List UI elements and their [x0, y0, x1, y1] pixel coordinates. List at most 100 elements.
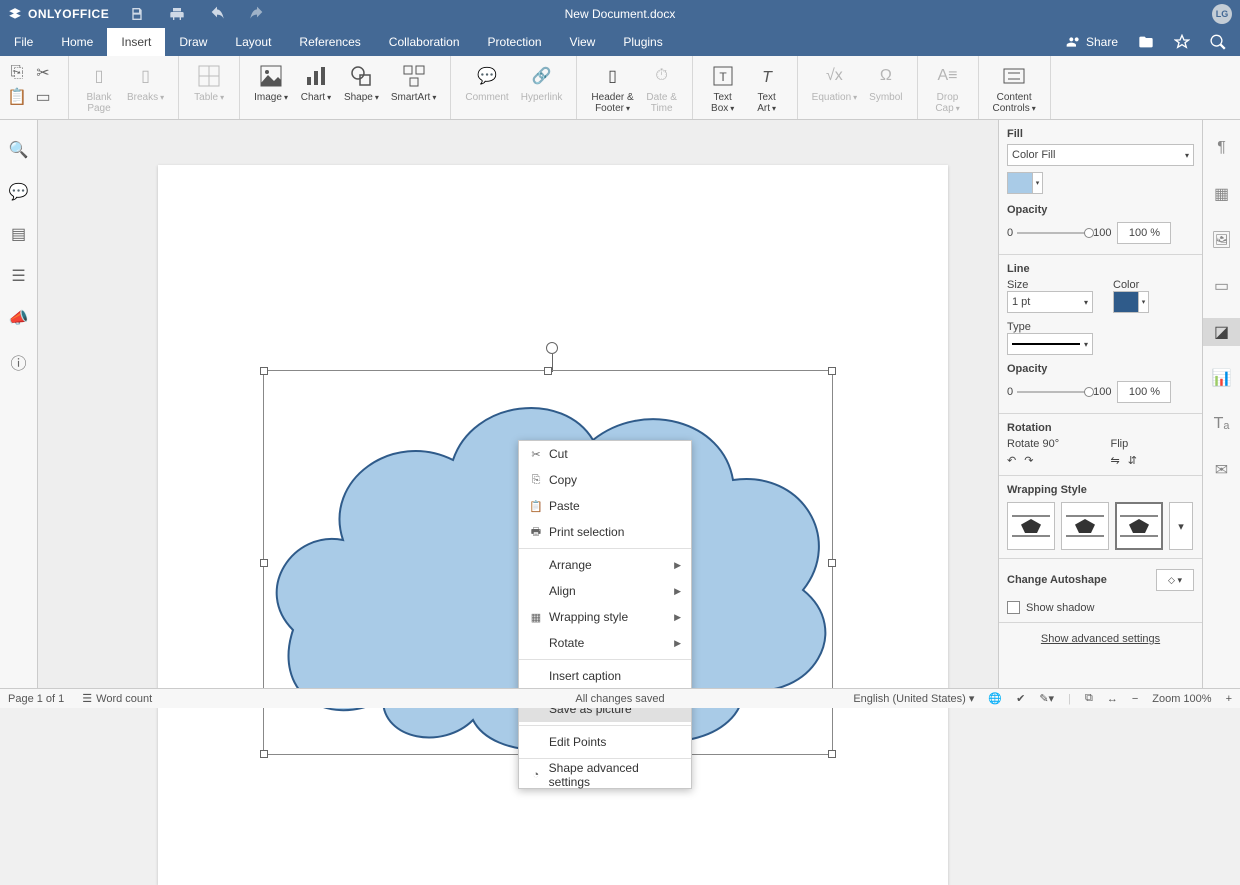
- ctx-advanced-settings[interactable]: ◔Shape advanced settings: [519, 762, 691, 788]
- header-footer-button[interactable]: ▯Header & Footer▾: [585, 60, 639, 114]
- fit-width-icon[interactable]: ↔: [1107, 693, 1118, 705]
- wrap-more[interactable]: ▾: [1169, 502, 1193, 550]
- fill-opacity-value[interactable]: 100 %: [1117, 222, 1171, 244]
- tab-file[interactable]: File: [0, 28, 47, 56]
- line-size-select[interactable]: 1 pt▾: [1007, 291, 1093, 313]
- ctx-copy[interactable]: ⎘Copy: [519, 467, 691, 493]
- image-button[interactable]: Image▾: [248, 60, 294, 103]
- chart-settings-icon[interactable]: 📊: [1203, 364, 1240, 392]
- spellcheck-icon[interactable]: 🌐: [988, 692, 1002, 705]
- zoom-in-icon[interactable]: +: [1226, 693, 1232, 705]
- flip-vertical-icon[interactable]: ⇵: [1128, 454, 1137, 467]
- track-changes-icon[interactable]: ✎▾: [1039, 692, 1054, 705]
- fill-type-select[interactable]: Color Fill▾: [1007, 144, 1194, 166]
- table-button[interactable]: Table▾: [187, 60, 231, 103]
- tab-plugins[interactable]: Plugins: [609, 28, 676, 56]
- text-box-button[interactable]: TText Box▾: [701, 60, 745, 114]
- ctx-arrange[interactable]: Arrange▶: [519, 552, 691, 578]
- undo-icon[interactable]: [209, 6, 225, 22]
- fit-page-icon[interactable]: ⧉: [1085, 692, 1093, 705]
- feedback-icon[interactable]: 📣: [9, 308, 29, 328]
- smartart-button[interactable]: SmartArt▾: [385, 60, 442, 103]
- hyperlink-button[interactable]: 🔗Hyperlink: [515, 60, 569, 103]
- page-indicator[interactable]: Page 1 of 1: [8, 693, 64, 705]
- resize-handle-nw[interactable]: [260, 367, 268, 375]
- flip-horizontal-icon[interactable]: ⇋: [1111, 454, 1120, 467]
- ctx-wrapping-style[interactable]: ▦Wrapping style▶: [519, 604, 691, 630]
- fill-color-picker[interactable]: ▾: [1007, 172, 1043, 194]
- show-shadow-checkbox[interactable]: [1007, 601, 1020, 614]
- resize-handle-e[interactable]: [828, 559, 836, 567]
- tab-protection[interactable]: Protection: [474, 28, 556, 56]
- word-count[interactable]: ☰Word count: [82, 692, 152, 705]
- save-icon[interactable]: [129, 6, 145, 22]
- change-autoshape-button[interactable]: ◇ ▾: [1156, 569, 1194, 591]
- ctx-align[interactable]: Align▶: [519, 578, 691, 604]
- tab-layout[interactable]: Layout: [221, 28, 285, 56]
- language-select[interactable]: English (United States) ▾: [853, 692, 974, 705]
- line-opacity-value[interactable]: 100 %: [1117, 381, 1171, 403]
- shape-button[interactable]: Shape▾: [338, 60, 385, 103]
- blank-page-button[interactable]: ▯Blank Page: [77, 60, 121, 114]
- favorite-icon[interactable]: [1174, 34, 1190, 50]
- tab-view[interactable]: View: [556, 28, 610, 56]
- table-settings-icon[interactable]: ▦: [1203, 180, 1240, 208]
- chart-button[interactable]: Chart▾: [294, 60, 338, 103]
- drop-cap-button[interactable]: A≡Drop Cap▾: [926, 60, 970, 114]
- resize-handle-n[interactable]: [544, 367, 552, 375]
- search-icon[interactable]: [1210, 34, 1226, 50]
- comment-button[interactable]: 💬Comment: [459, 60, 514, 103]
- headings-icon[interactable]: ▤: [11, 224, 26, 244]
- ctx-edit-points[interactable]: Edit Points: [519, 729, 691, 755]
- tab-references[interactable]: References: [285, 28, 374, 56]
- breaks-button[interactable]: ▯Breaks▾: [121, 60, 170, 103]
- ctx-print-selection[interactable]: 🖶Print selection: [519, 519, 691, 545]
- zoom-out-icon[interactable]: −: [1132, 693, 1138, 705]
- symbol-button[interactable]: ΩSymbol: [863, 60, 908, 103]
- zoom-level[interactable]: Zoom 100%: [1152, 693, 1211, 705]
- equation-button[interactable]: √xEquation▾: [806, 60, 864, 103]
- tab-home[interactable]: Home: [47, 28, 107, 56]
- cut-icon[interactable]: ✂: [34, 64, 52, 82]
- wrap-tight[interactable]: [1115, 502, 1163, 550]
- share-button[interactable]: Share: [1066, 34, 1118, 50]
- ctx-rotate[interactable]: Rotate▶: [519, 630, 691, 656]
- open-location-icon[interactable]: [1138, 34, 1154, 50]
- shape-settings-icon[interactable]: ◪: [1203, 318, 1240, 346]
- show-advanced-link[interactable]: Show advanced settings: [1007, 633, 1194, 645]
- line-color-picker[interactable]: ▾: [1113, 291, 1149, 313]
- tab-draw[interactable]: Draw: [165, 28, 221, 56]
- print-icon[interactable]: [169, 6, 185, 22]
- ctx-paste[interactable]: 📋Paste: [519, 493, 691, 519]
- tab-collaboration[interactable]: Collaboration: [375, 28, 474, 56]
- resize-handle-se[interactable]: [828, 750, 836, 758]
- line-opacity-slider[interactable]: 0100: [1007, 386, 1111, 398]
- resize-handle-w[interactable]: [260, 559, 268, 567]
- tracking-icon[interactable]: ✔: [1016, 692, 1025, 705]
- tab-insert[interactable]: Insert: [107, 28, 165, 56]
- resize-handle-sw[interactable]: [260, 750, 268, 758]
- date-time-button[interactable]: ⏱Date & Time: [640, 60, 684, 114]
- image-settings-icon[interactable]: 🖼: [1203, 226, 1240, 254]
- mail-merge-icon[interactable]: ✉: [1203, 456, 1240, 484]
- rotate-handle[interactable]: [546, 342, 558, 354]
- find-icon[interactable]: 🔍: [9, 140, 29, 160]
- comments-panel-icon[interactable]: 💬: [9, 182, 29, 202]
- paragraph-settings-icon[interactable]: ¶: [1203, 134, 1240, 162]
- line-type-select[interactable]: ▾: [1007, 333, 1093, 355]
- copy-icon[interactable]: ⎘: [8, 64, 26, 82]
- redo-icon[interactable]: [249, 6, 265, 22]
- format-painter-icon[interactable]: ▭: [34, 88, 52, 106]
- canvas[interactable]: ✂Cut ⎘Copy 📋Paste 🖶Print selection Arran…: [38, 120, 998, 688]
- ctx-cut[interactable]: ✂Cut: [519, 441, 691, 467]
- about-icon[interactable]: ⓘ: [10, 350, 26, 374]
- fill-opacity-slider[interactable]: 0100: [1007, 227, 1111, 239]
- content-controls-button[interactable]: Content Controls▾: [987, 60, 1042, 114]
- ctx-insert-caption[interactable]: Insert caption: [519, 663, 691, 689]
- wrap-inline[interactable]: [1007, 502, 1055, 550]
- rotate-ccw-icon[interactable]: ↶: [1007, 454, 1016, 467]
- user-avatar[interactable]: LG: [1212, 4, 1232, 24]
- rotate-cw-icon[interactable]: ↷: [1024, 454, 1033, 467]
- resize-handle-ne[interactable]: [828, 367, 836, 375]
- header-settings-icon[interactable]: ▭: [1203, 272, 1240, 300]
